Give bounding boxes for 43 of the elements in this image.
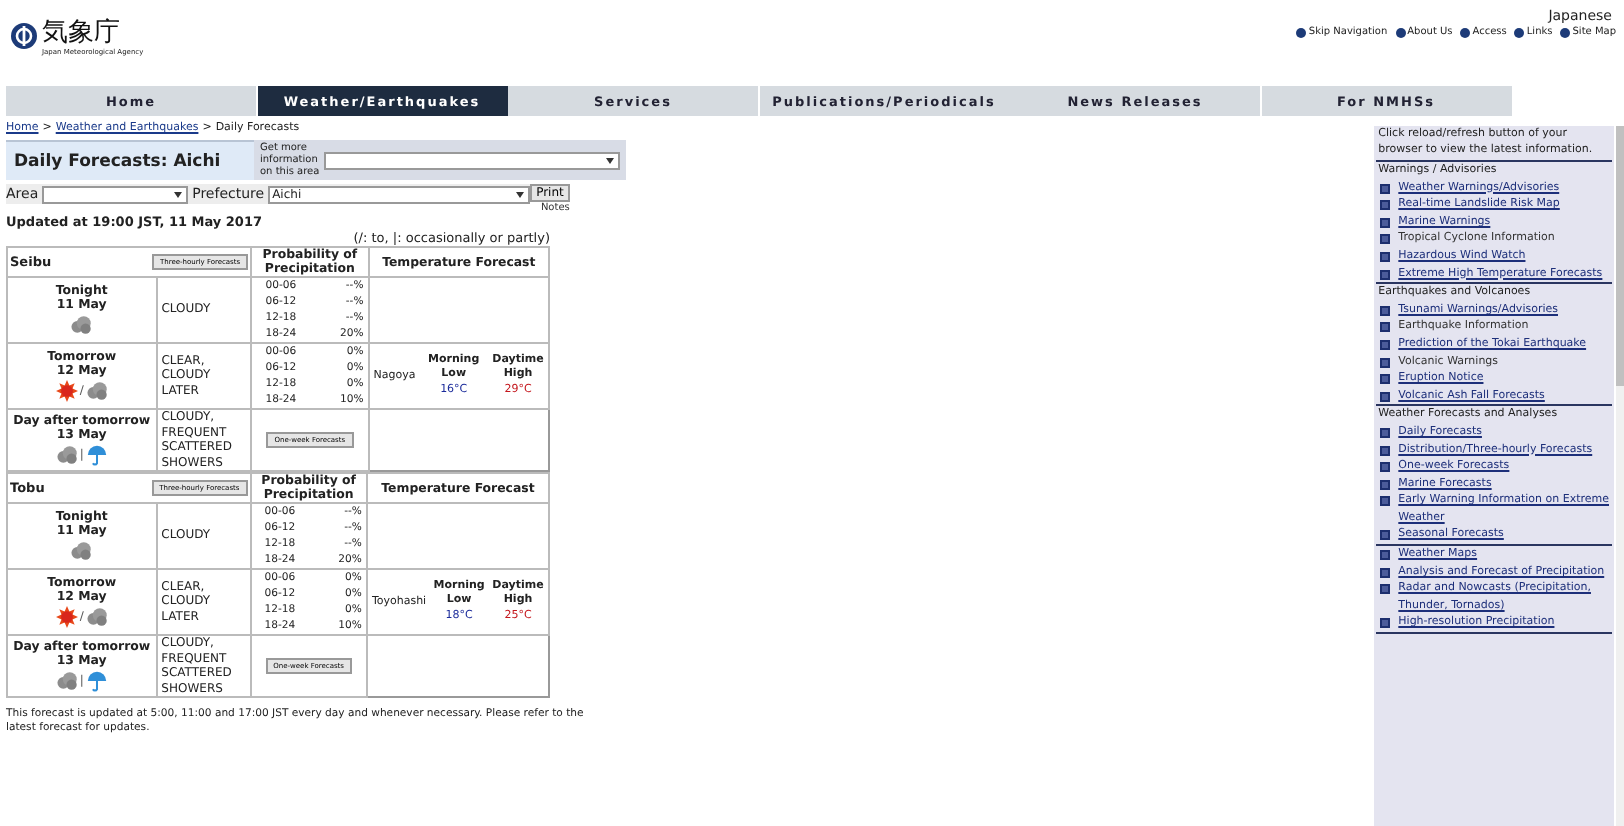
bullet-icon bbox=[1380, 584, 1391, 595]
cloud-icon bbox=[70, 540, 93, 562]
cloud-icon bbox=[55, 444, 78, 466]
bullet-icon bbox=[1380, 496, 1391, 507]
cloud-icon bbox=[85, 606, 108, 628]
bullet-icon bbox=[1380, 234, 1391, 245]
bullet-icon bbox=[1380, 217, 1391, 228]
scrollbar[interactable] bbox=[1616, 126, 1624, 826]
info-select[interactable] bbox=[324, 151, 620, 169]
bullet-icon bbox=[1380, 479, 1391, 490]
cloud-icon bbox=[85, 380, 108, 402]
bullet-icon bbox=[1460, 27, 1471, 37]
bullet-icon bbox=[1380, 322, 1391, 333]
bullet-icon bbox=[1380, 445, 1391, 455]
bullet-icon bbox=[1380, 550, 1391, 561]
bullet-icon bbox=[1380, 251, 1391, 262]
sun-icon bbox=[55, 380, 78, 402]
emblem-icon bbox=[10, 22, 38, 50]
bullet-icon bbox=[1380, 339, 1391, 350]
bullet-icon bbox=[1380, 391, 1391, 402]
bullet-icon bbox=[1380, 269, 1391, 280]
bullet-icon bbox=[1380, 462, 1391, 473]
sun-icon bbox=[55, 606, 78, 628]
bullet-icon bbox=[1380, 305, 1391, 316]
logo-text[interactable]: 気象庁 bbox=[42, 18, 144, 48]
bullet-icon bbox=[1380, 200, 1391, 211]
bullet-icon bbox=[1380, 530, 1391, 541]
umbrella-icon bbox=[85, 444, 108, 466]
bullet-icon bbox=[1514, 27, 1525, 37]
bullet-icon bbox=[1380, 374, 1391, 385]
bullet-icon bbox=[1380, 427, 1391, 438]
bullet-icon bbox=[1380, 618, 1391, 629]
bullet-icon bbox=[1296, 27, 1307, 37]
bullet-icon bbox=[1380, 567, 1391, 578]
cloud-icon bbox=[70, 314, 93, 336]
bullet-icon bbox=[1380, 357, 1391, 368]
umbrella-icon bbox=[85, 670, 108, 692]
bullet-icon bbox=[1560, 27, 1571, 37]
bullet-icon bbox=[1380, 183, 1391, 194]
cloud-icon bbox=[55, 670, 78, 692]
bullet-icon bbox=[1395, 27, 1406, 37]
page-title: Daily Forecasts: Aichi bbox=[14, 151, 221, 171]
area-select[interactable] bbox=[42, 185, 189, 203]
